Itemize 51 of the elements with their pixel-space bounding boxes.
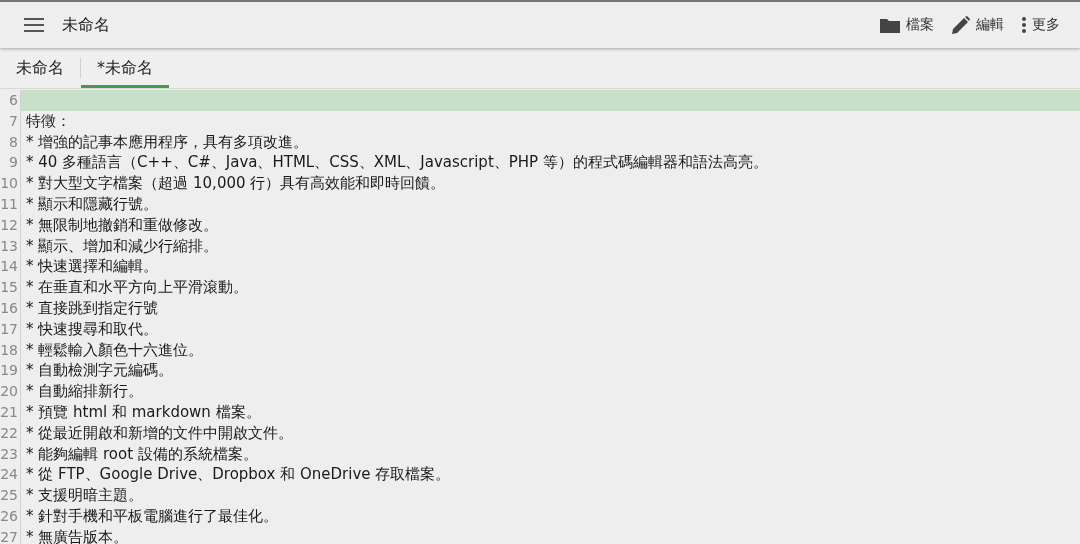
code-line: * 自動檢測字元編碼。 bbox=[25, 360, 175, 382]
line-number: 27 bbox=[0, 526, 21, 544]
file-menu-button[interactable]: 檔案 bbox=[874, 12, 940, 38]
line-number: 19 bbox=[0, 360, 21, 382]
line-number: 18 bbox=[0, 339, 21, 361]
menu-icon[interactable] bbox=[24, 18, 44, 32]
code-line: * 40 多種語言（C++、C#、Java、HTML、CSS、XML、Javascript、PHP 等）的程式碼編輯器和語法高亮。 bbox=[25, 152, 769, 174]
line-number: 15 bbox=[0, 277, 21, 298]
line-number: 22 bbox=[0, 422, 21, 444]
code-line: * 顯示、增加和減少行縮排。 bbox=[25, 235, 220, 257]
line-number: 8 bbox=[0, 131, 21, 153]
document-title: 未命名 bbox=[62, 14, 111, 36]
line-number: 20 bbox=[0, 381, 21, 402]
code-line: * 自動縮排新行。 bbox=[25, 381, 145, 402]
line-number: 10 bbox=[0, 173, 21, 194]
line-number: 25 bbox=[0, 485, 21, 506]
code-line: * 輕鬆輸入顏色十六進位。 bbox=[25, 339, 205, 361]
folder-icon bbox=[880, 17, 900, 33]
line-number: 26 bbox=[0, 505, 21, 527]
code-line: * 能夠編輯 root 設備的系統檔案。 bbox=[25, 443, 259, 465]
code-line: * 無廣告版本。 bbox=[25, 526, 130, 544]
line-number: 7 bbox=[0, 110, 21, 132]
line-number: 14 bbox=[0, 256, 21, 278]
line-number: 23 bbox=[0, 443, 21, 465]
code-line: * 對大型文字檔案（超過 10,000 行）具有高效能和即時回饋。 bbox=[25, 173, 447, 194]
line-number: 9 bbox=[0, 152, 21, 174]
line-number: 13 bbox=[0, 235, 21, 257]
code-line: * 預覽 html 和 markdown 檔案。 bbox=[25, 401, 262, 423]
line-number: 24 bbox=[0, 464, 21, 486]
code-line: * 快速搜尋和取代。 bbox=[25, 318, 160, 340]
code-line: * 從 FTP、Google Drive、Dropbox 和 OneDrive 存取檔案。 bbox=[25, 464, 452, 486]
line-number: 11 bbox=[0, 194, 21, 215]
code-line: * 針對手機和平板電腦進行了最佳化。 bbox=[25, 505, 280, 527]
pencil-icon bbox=[952, 16, 970, 34]
line-number: 17 bbox=[0, 318, 21, 340]
line-number: 21 bbox=[0, 401, 21, 423]
line-number: 12 bbox=[0, 214, 21, 236]
code-line: * 直接跳到指定行號 bbox=[25, 297, 160, 319]
code-line: * 快速選擇和編輯。 bbox=[25, 256, 160, 278]
code-line: * 增強的記事本應用程序，具有多項改進。 bbox=[25, 131, 310, 153]
code-line: 特徵： bbox=[25, 110, 72, 132]
file-tab[interactable]: 未命名 bbox=[0, 48, 80, 88]
line-number: 16 bbox=[0, 297, 21, 319]
code-line: * 從最近開啟和新增的文件中開啟文件。 bbox=[25, 422, 295, 444]
code-line: * 在垂直和水平方向上平滑滾動。 bbox=[25, 277, 250, 298]
code-line: * 無限制地撤銷和重做修改。 bbox=[25, 214, 220, 236]
more-menu-button[interactable]: 更多 bbox=[1016, 12, 1066, 38]
code-line: * 支援明暗主題。 bbox=[25, 485, 145, 506]
code-line: * 顯示和隱藏行號。 bbox=[25, 194, 160, 215]
more-icon bbox=[1022, 17, 1026, 33]
edit-menu-button[interactable]: 編輯 bbox=[946, 12, 1010, 38]
